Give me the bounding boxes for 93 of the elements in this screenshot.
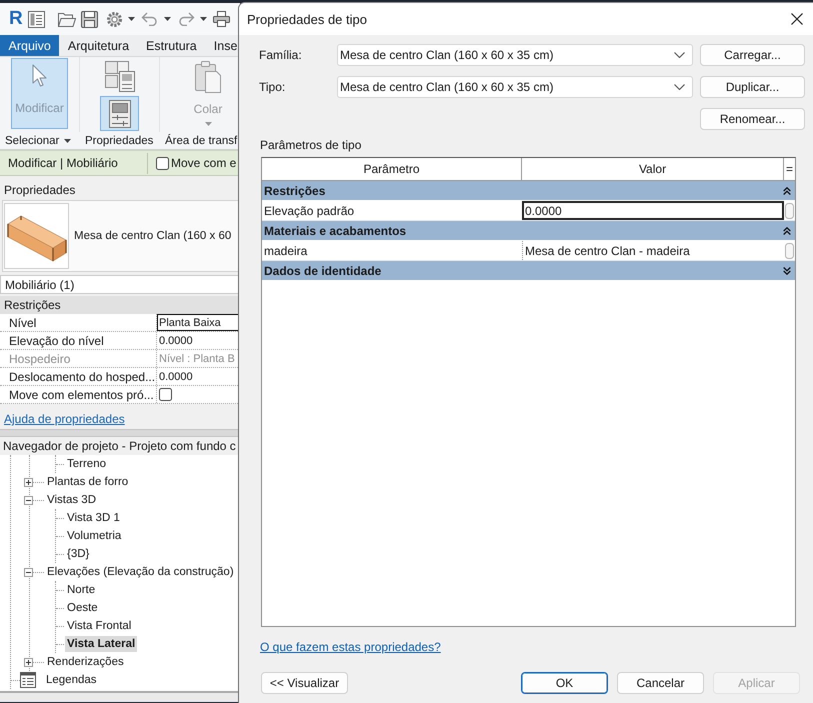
plus-box-icon[interactable] bbox=[24, 478, 33, 486]
list-window-icon[interactable] bbox=[28, 10, 45, 28]
checkbox[interactable] bbox=[159, 388, 172, 401]
clipboard-icon bbox=[195, 61, 221, 93]
property-name-cell: Nível bbox=[0, 314, 157, 331]
duplicate-button[interactable]: Duplicar... bbox=[700, 76, 805, 98]
property-name-cell: Hospedeiro bbox=[0, 350, 157, 367]
cancel-button[interactable]: Cancelar bbox=[617, 672, 704, 694]
tree-item[interactable]: Plantas de forro bbox=[45, 474, 130, 490]
tree-item[interactable]: Elevações (Elevação da construção) bbox=[45, 564, 236, 580]
tree-item[interactable]: Vista 3D 1 bbox=[65, 510, 122, 526]
double-chevron-up-icon[interactable] bbox=[783, 226, 791, 234]
caret-icon[interactable] bbox=[128, 17, 135, 21]
app-logo[interactable]: R bbox=[9, 9, 23, 29]
group-header[interactable]: Materiais e acabamentos bbox=[262, 221, 795, 241]
tree-item[interactable]: Norte bbox=[65, 582, 98, 598]
parameter-name-cell-text: Elevação padrão bbox=[263, 202, 356, 220]
undo-icon[interactable] bbox=[140, 12, 158, 26]
folder-icon[interactable] bbox=[58, 12, 76, 26]
help-link[interactable]: Ajuda de propriedades bbox=[4, 411, 125, 427]
property-value-cell[interactable]: 0.0000 bbox=[157, 332, 240, 349]
tree-item[interactable]: Legendas bbox=[44, 672, 99, 688]
tree-item[interactable]: Vistas 3D bbox=[45, 492, 98, 508]
panel-menu-button[interactable]: Selecionar bbox=[5, 134, 72, 146]
group-header[interactable]: Restrições bbox=[0, 296, 240, 314]
tree-item[interactable]: Vista Frontal bbox=[65, 618, 134, 634]
rename-button[interactable]: Renomear... bbox=[700, 108, 805, 130]
double-chevron-down-icon[interactable] bbox=[783, 266, 791, 274]
dialog-title: Propriedades de tipo bbox=[247, 12, 367, 26]
tree-item[interactable]: {3D} bbox=[65, 546, 92, 562]
panel-title: Área de transf bbox=[165, 134, 238, 146]
panel-title: Propriedades bbox=[85, 134, 154, 146]
column-header: Valor bbox=[522, 158, 784, 180]
column-header: Parâmetro bbox=[262, 158, 522, 180]
context-title: Modificar | Mobiliário bbox=[8, 156, 119, 170]
caret-icon[interactable] bbox=[200, 17, 207, 21]
ok-button[interactable]: OK bbox=[521, 672, 608, 694]
tree-item[interactable]: Volumetria bbox=[65, 528, 124, 544]
load-button[interactable]: Carregar... bbox=[700, 44, 805, 66]
sliders-panel-icon bbox=[108, 100, 130, 128]
field-label: Família: bbox=[259, 48, 303, 62]
cubes-icon bbox=[104, 60, 136, 93]
parameter-name-cell-text: madeira bbox=[263, 242, 308, 260]
chevron-down-icon bbox=[674, 52, 685, 58]
tree-item[interactable]: Terreno bbox=[65, 456, 108, 472]
caret-icon[interactable] bbox=[164, 17, 171, 21]
type-name: Mesa de centro Clan (160 x 60 bbox=[74, 230, 232, 242]
browser-title: Navegador de projeto - Projeto com fundo c bbox=[0, 437, 240, 455]
tree-item[interactable]: Oeste bbox=[65, 600, 100, 616]
properties-button[interactable] bbox=[100, 96, 139, 131]
save-icon[interactable] bbox=[80, 10, 98, 28]
property-value-cell[interactable]: 0.0000 bbox=[157, 368, 240, 385]
gear-icon[interactable] bbox=[106, 10, 123, 28]
checkbox[interactable] bbox=[156, 156, 169, 170]
property-name-cell: Deslocamento do hosped... bbox=[0, 368, 157, 385]
minus-box-icon[interactable] bbox=[24, 568, 33, 576]
group-label: Restrições bbox=[4, 298, 61, 312]
property-name-cell: Move com elementos pró... bbox=[0, 386, 157, 403]
dropdown-field[interactable]: Mesa de centro Clan (160 x 60 x 35 cm) bbox=[337, 44, 693, 66]
printer-icon[interactable] bbox=[212, 11, 230, 27]
redo-icon[interactable] bbox=[178, 12, 195, 26]
chevron-down-icon bbox=[674, 84, 685, 90]
type-selector[interactable]: Mesa de centro Clan (160 x 60 bbox=[2, 200, 240, 272]
cursor-icon bbox=[32, 64, 48, 88]
close-icon[interactable] bbox=[791, 13, 803, 25]
group-header[interactable]: Restrições bbox=[262, 181, 795, 201]
column-header: = bbox=[784, 161, 794, 178]
field-label: Tipo: bbox=[259, 80, 286, 94]
parameter-value-cell[interactable]: 0.0000 bbox=[522, 201, 784, 220]
file-tab[interactable]: Arquivo bbox=[0, 35, 60, 56]
element-filter-dropdown[interactable]: Mobiliário (1) bbox=[0, 275, 240, 294]
list-icon bbox=[20, 672, 36, 688]
group-label: Materiais e acabamentos bbox=[264, 224, 406, 238]
help-link[interactable]: O que fazem estas propriedades? bbox=[260, 640, 441, 655]
property-name-cell: Elevação do nível bbox=[0, 332, 157, 349]
palette-title: Propriedades bbox=[3, 182, 76, 198]
ribbon-tab[interactable]: Estrutura bbox=[138, 35, 206, 56]
plus-box-icon[interactable] bbox=[24, 658, 33, 666]
group-header[interactable]: Dados de identidade bbox=[262, 261, 795, 281]
group-label: Dados de identidade bbox=[264, 264, 382, 278]
parameter-value-cell[interactable]: Mesa de centro Clan - madeira bbox=[522, 241, 784, 260]
caret-icon[interactable] bbox=[64, 138, 72, 142]
dropdown-field[interactable]: Mesa de centro Clan (160 x 60 x 35 cm) bbox=[337, 76, 693, 98]
tree-item[interactable]: Vista Lateral bbox=[65, 636, 138, 652]
minus-box-icon[interactable] bbox=[24, 496, 33, 504]
checkbox-label: Move com e bbox=[171, 156, 236, 170]
tree-item[interactable]: Renderizações bbox=[45, 654, 126, 670]
table-thumbnail bbox=[4, 203, 69, 269]
section-label: Parâmetros de tipo bbox=[260, 137, 362, 152]
preview-button[interactable]: << Visualizar bbox=[261, 672, 348, 694]
group-label: Restrições bbox=[264, 184, 326, 198]
double-chevron-up-icon[interactable] bbox=[783, 186, 791, 194]
ribbon-tab[interactable]: Arquitetura bbox=[59, 35, 138, 56]
